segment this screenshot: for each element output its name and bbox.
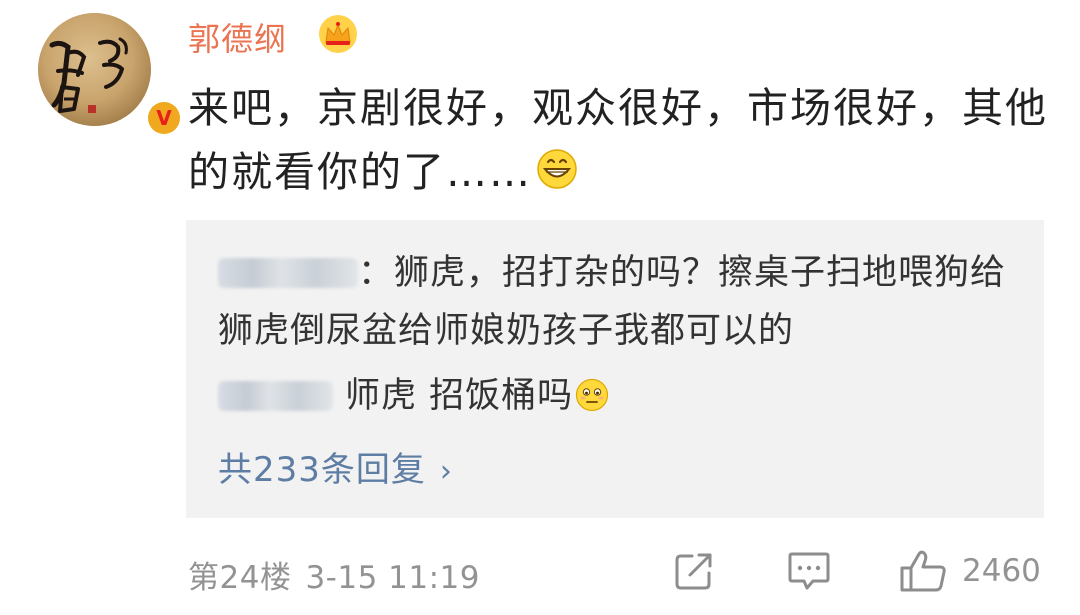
grin-emoji-icon [537, 149, 577, 189]
calligraphy-avatar-image [38, 13, 151, 126]
reply-item[interactable]: 师虎 招饭桶吗 [218, 372, 609, 420]
like-count: 2460 [962, 553, 1041, 589]
comment-text: 来吧，京剧很好，观众很好，市场很好，其他的就看你的了…… [188, 76, 1058, 204]
author-name[interactable]: 郭德纲 [188, 14, 287, 60]
blurred-username [218, 381, 333, 411]
blurred-username [218, 258, 358, 288]
floor-number: 第24楼 [188, 560, 292, 596]
chevron-right-icon: › [439, 454, 453, 489]
like-button[interactable]: 2460 [898, 549, 1041, 593]
timestamp: 3-15 11:19 [305, 560, 480, 596]
reply-text: 师虎 招饭桶吗 [345, 376, 574, 416]
share-button[interactable] [672, 549, 716, 593]
reply-button[interactable] [786, 549, 832, 593]
awkward-emoji-icon [576, 378, 609, 412]
verified-v-icon: V [148, 102, 180, 134]
comment-card: V 郭德纲 来吧，京剧很好，观众很好，市场很好，其他的就看你的了…… ：狮虎，招… [0, 0, 1080, 615]
view-all-replies-link[interactable]: 共233条回复 › [218, 442, 453, 491]
share-icon [675, 553, 712, 590]
comment-meta: 第24楼 3-15 11:19 [188, 552, 480, 597]
comment-body: 来吧，京剧很好，观众很好，市场很好，其他的就看你的了…… [188, 84, 1048, 196]
crown-icon [319, 15, 357, 53]
more-replies-label: 共233条回复 [218, 450, 426, 490]
verified-badge: V [145, 99, 183, 137]
reply-item[interactable]: ：狮虎，招打杂的吗？擦桌子扫地喂狗给狮虎倒尿盆给师娘奶孩子我都可以的 [218, 244, 1018, 360]
comment-icon [788, 552, 830, 590]
thumbs-up-icon [900, 550, 946, 592]
avatar[interactable]: V [38, 13, 183, 137]
replies-panel: ：狮虎，招打杂的吗？擦桌子扫地喂狗给狮虎倒尿盆给师娘奶孩子我都可以的 师虎 招饭… [186, 220, 1044, 518]
